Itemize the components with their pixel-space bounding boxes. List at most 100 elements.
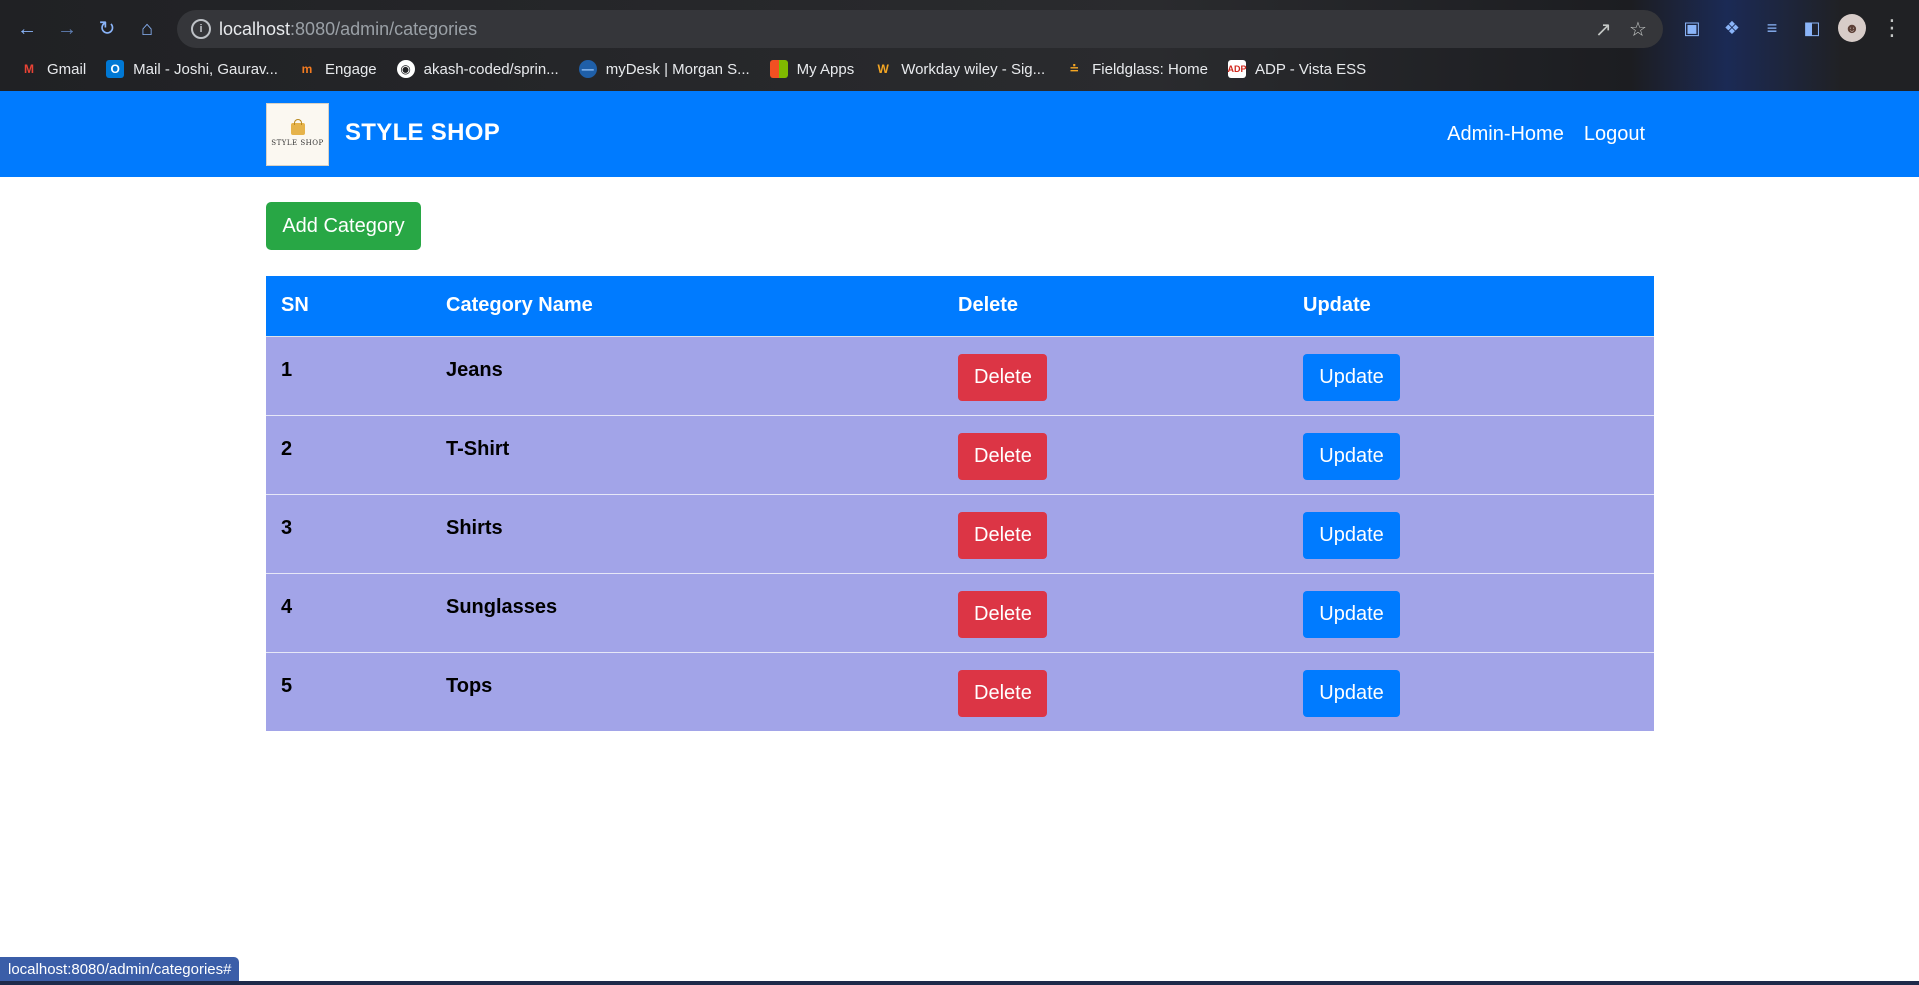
add-category-button[interactable]: Add Category <box>266 202 421 250</box>
engage-icon: m <box>301 62 313 76</box>
more-menu-icon[interactable]: ⋮ <box>1878 14 1906 42</box>
bookmark-github[interactable]: ◉ akash-coded/sprin... <box>396 60 559 78</box>
delete-button[interactable]: Delete <box>958 432 1047 480</box>
bookmark-myapps[interactable]: My Apps <box>769 60 854 78</box>
profile-avatar[interactable]: ☻ <box>1838 14 1866 42</box>
browser-toolbar: ← → ↻ ⌂ i localhost:8080/admin/categorie… <box>0 8 1919 48</box>
nav-admin-home[interactable]: Admin-Home <box>1447 123 1564 146</box>
update-button[interactable]: Update <box>1303 669 1400 717</box>
update-button[interactable]: Update <box>1303 432 1400 480</box>
cell-name: Sunglasses <box>431 572 943 652</box>
bookmark-adp[interactable]: ADP ADP - Vista ESS <box>1228 60 1366 78</box>
cell-name: Tops <box>431 651 943 731</box>
row-category-name: Tops <box>446 674 493 697</box>
update-button[interactable]: Update <box>1303 590 1400 638</box>
delete-button[interactable]: Delete <box>958 669 1047 717</box>
cell-delete: Delete <box>943 335 1288 415</box>
categories-table: SN Category Name Delete Update 1 Jeans D… <box>266 276 1654 731</box>
address-url[interactable]: localhost:8080/admin/categories <box>219 19 477 40</box>
shopping-bag-icon <box>290 118 305 135</box>
cell-name: T-Shirt <box>431 414 943 494</box>
gmail-icon: M <box>24 62 34 76</box>
cell-delete: Delete <box>943 572 1288 652</box>
share-icon[interactable]: ↗ <box>1595 17 1612 42</box>
row-category-name: T-Shirt <box>446 437 510 460</box>
cell-delete: Delete <box>943 414 1288 494</box>
update-button[interactable]: Update <box>1303 511 1400 559</box>
nav-logout[interactable]: Logout <box>1584 123 1645 146</box>
cell-update: Update <box>1288 651 1654 731</box>
row-sn: 1 <box>281 358 293 381</box>
cell-name: Shirts <box>431 493 943 573</box>
store-logo[interactable]: STYLE SHOP <box>266 103 329 166</box>
browser-chrome: ← → ↻ ⌂ i localhost:8080/admin/categorie… <box>0 0 1919 91</box>
delete-button[interactable]: Delete <box>958 353 1047 401</box>
table-row: 1 Jeans Delete Update <box>266 335 1654 415</box>
table-row: 2 T-Shirt Delete Update <box>266 414 1654 494</box>
row-category-name: Jeans <box>446 358 503 381</box>
delete-button[interactable]: Delete <box>958 590 1047 638</box>
bookmarks-bar: M Gmail O Mail - Joshi, Gaurav... m Engage … <box>0 56 1919 82</box>
site-info-icon[interactable]: i <box>191 19 211 39</box>
cell-sn: 3 <box>266 493 431 573</box>
url-path: :8080/admin/categories <box>290 19 478 39</box>
table-row: 4 Sunglasses Delete Update <box>266 572 1654 652</box>
extension-a-icon[interactable]: ▣ <box>1678 14 1706 42</box>
cell-name: Jeans <box>431 335 943 415</box>
cell-sn: 5 <box>266 651 431 731</box>
link-status-bar: localhost:8080/admin/categories# <box>0 957 240 983</box>
bookmark-label: myDesk | Morgan S... <box>605 60 750 78</box>
bookmark-label: Workday wiley - Sig... <box>901 60 1046 78</box>
bookmark-star-icon[interactable]: ☆ <box>1629 17 1647 42</box>
row-category-name: Shirts <box>446 516 503 539</box>
bookmark-gmail[interactable]: M Gmail <box>20 60 86 78</box>
fieldglass-icon: ≐ <box>1069 62 1080 76</box>
update-button[interactable]: Update <box>1303 353 1400 401</box>
header-update: Update <box>1288 276 1654 337</box>
cell-sn: 4 <box>266 572 431 652</box>
cell-update: Update <box>1288 414 1654 494</box>
side-panel-icon[interactable]: ◧ <box>1798 14 1826 42</box>
bookmark-mail[interactable]: O Mail - Joshi, Gaurav... <box>106 60 278 78</box>
reading-list-icon[interactable]: ≡ <box>1758 14 1786 42</box>
table-row: 3 Shirts Delete Update <box>266 493 1654 573</box>
brand-name[interactable]: STYLE SHOP <box>345 119 500 147</box>
taskbar-edge <box>0 981 1919 985</box>
bookmark-label: Mail - Joshi, Gaurav... <box>133 60 278 78</box>
nav-links: Admin-Home Logout <box>1427 123 1645 146</box>
row-sn: 3 <box>281 516 293 539</box>
adp-icon: ADP <box>1228 60 1247 78</box>
bookmark-mydesk[interactable]: — myDesk | Morgan S... <box>578 60 750 78</box>
header-sn: SN <box>266 276 431 337</box>
cell-update: Update <box>1288 335 1654 415</box>
row-sn: 2 <box>281 437 293 460</box>
bookmark-label: akash-coded/sprin... <box>423 60 559 78</box>
cell-update: Update <box>1288 572 1654 652</box>
header-category-name: Category Name <box>431 276 943 337</box>
reload-icon[interactable]: ↻ <box>94 16 120 42</box>
logo-text: STYLE SHOP <box>271 138 324 147</box>
bookmark-label: Fieldglass: Home <box>1092 60 1209 78</box>
table-row: 5 Tops Delete Update <box>266 651 1654 731</box>
mydesk-icon: — <box>578 60 597 78</box>
back-icon[interactable]: ← <box>14 16 40 42</box>
bookmark-fieldglass[interactable]: ≐ Fieldglass: Home <box>1065 60 1208 78</box>
header-delete: Delete <box>943 276 1288 337</box>
cell-update: Update <box>1288 493 1654 573</box>
row-sn: 5 <box>281 674 293 697</box>
address-bar[interactable]: i localhost:8080/admin/categories ↗ ☆ <box>177 10 1663 48</box>
home-icon[interactable]: ⌂ <box>134 16 160 42</box>
delete-button[interactable]: Delete <box>958 511 1047 559</box>
row-category-name: Sunglasses <box>446 595 558 618</box>
bookmark-workday[interactable]: W Workday wiley - Sig... <box>874 60 1046 78</box>
bookmark-label: Engage <box>324 60 377 78</box>
forward-icon[interactable]: → <box>54 16 80 42</box>
url-host: localhost <box>219 19 291 39</box>
bookmark-engage[interactable]: m Engage <box>298 60 377 78</box>
cell-delete: Delete <box>943 651 1288 731</box>
extensions-puzzle-icon[interactable]: ❖ <box>1718 14 1746 42</box>
row-sn: 4 <box>281 595 293 618</box>
workday-icon: W <box>877 62 889 76</box>
cell-sn: 1 <box>266 335 431 415</box>
site-navbar: STYLE SHOP STYLE SHOP Admin-Home Logout <box>0 91 1919 177</box>
